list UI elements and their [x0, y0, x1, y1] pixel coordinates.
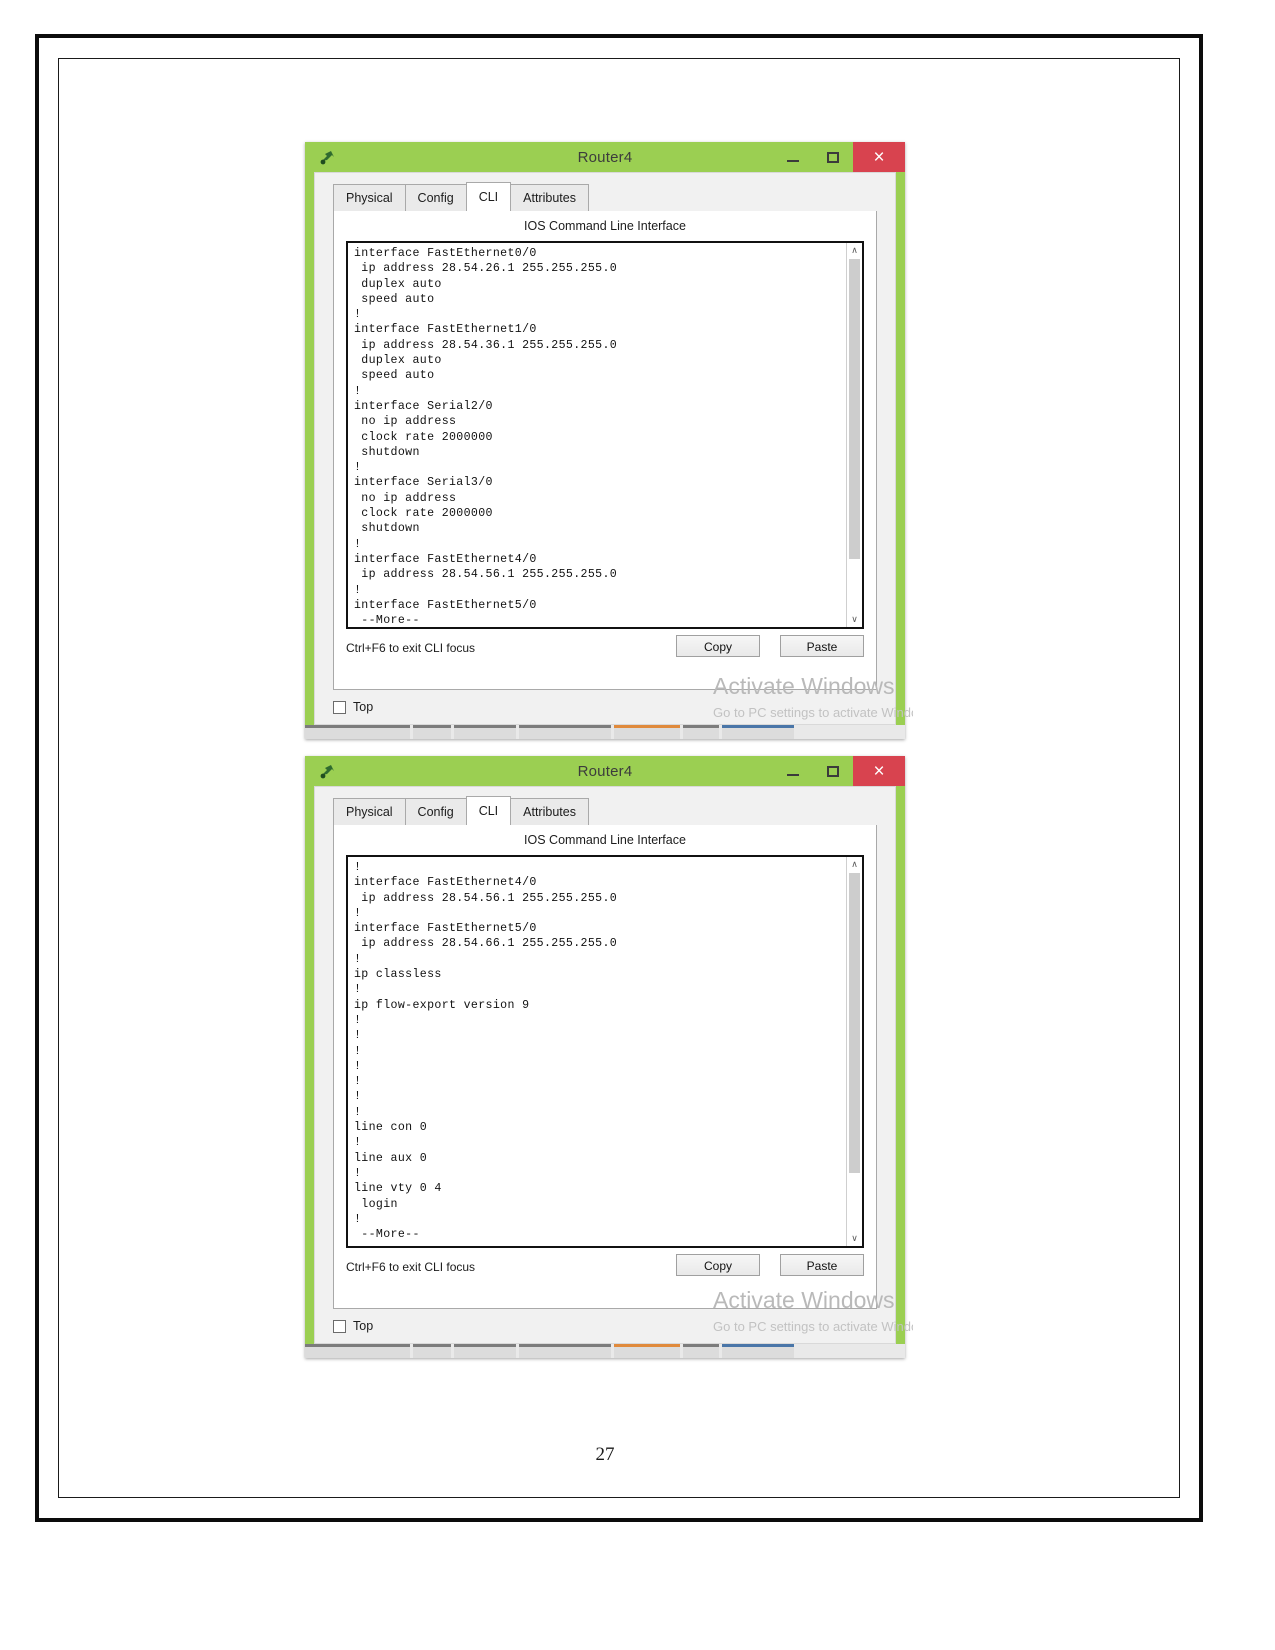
scroll-up-icon[interactable]: ∧: [847, 857, 862, 872]
cli-scrollbar[interactable]: ∧ ∨: [846, 857, 862, 1246]
cli-scrollbar[interactable]: ∧ ∨: [846, 243, 862, 627]
cli-output-text: ! interface FastEthernet4/0 ip address 2…: [354, 861, 618, 1242]
window-2-cli-panel: IOS Command Line Interface ! interface F…: [333, 825, 877, 1309]
window-1-cli-panel: IOS Command Line Interface interface Fas…: [333, 211, 877, 690]
minimize-button[interactable]: [773, 756, 813, 786]
watermark-subtitle: Go to PC settings to activate Windows.: [713, 705, 913, 720]
scroll-down-icon[interactable]: ∨: [847, 612, 862, 627]
tab-cli[interactable]: CLI: [465, 796, 512, 826]
window-1-tabstrip: Physical Config CLI Attributes: [333, 182, 877, 212]
taskbar-item: [722, 1344, 794, 1358]
window-2-bottom-row: Top: [333, 1315, 373, 1337]
tab-attributes[interactable]: Attributes: [510, 798, 589, 825]
cli-focus-hint: Ctrl+F6 to exit CLI focus: [346, 641, 476, 655]
maximize-button[interactable]: [813, 142, 853, 172]
cli-console-1[interactable]: interface FastEthernet0/0 ip address 28.…: [346, 241, 864, 629]
router-window-2[interactable]: Router4 × Physical Config CLI Attributes…: [305, 756, 913, 1358]
taskbar-item: [722, 725, 794, 739]
window-2-controls: ×: [773, 756, 905, 786]
taskbar-item: [305, 1344, 410, 1358]
paste-button[interactable]: Paste: [780, 635, 864, 657]
page-number: 27: [595, 1444, 615, 1465]
cli-output-text: interface FastEthernet0/0 ip address 28.…: [354, 247, 618, 627]
taskbar-item: [683, 725, 719, 739]
taskbar-item: [519, 1344, 611, 1358]
taskbar-item: [413, 725, 451, 739]
taskbar-item: [413, 1344, 451, 1358]
taskbar-item: [305, 725, 410, 739]
cli-footer-2: Ctrl+F6 to exit CLI focus Copy Paste: [346, 1252, 864, 1300]
window-2-taskbar-sliver: [305, 1344, 905, 1358]
copy-button[interactable]: Copy: [676, 1254, 760, 1276]
cli-console-2[interactable]: ! interface FastEthernet4/0 ip address 2…: [346, 855, 864, 1248]
tab-config[interactable]: Config: [404, 184, 467, 211]
scrollbar-thumb[interactable]: [849, 259, 860, 559]
scrollbar-thumb[interactable]: [849, 873, 860, 1173]
window-1-bottom-row: Top: [333, 696, 373, 718]
window-1-client-area: Physical Config CLI Attributes IOS Comma…: [314, 172, 913, 725]
window-2-client-area: Physical Config CLI Attributes IOS Comma…: [314, 786, 913, 1344]
minimize-button[interactable]: [773, 142, 813, 172]
top-checkbox[interactable]: [333, 700, 346, 714]
copy-button[interactable]: Copy: [676, 635, 760, 657]
close-icon: ×: [873, 760, 885, 782]
taskbar-item: [614, 1344, 680, 1358]
taskbar-item: [454, 725, 516, 739]
scroll-down-icon[interactable]: ∨: [847, 1231, 862, 1246]
window-1-titlebar[interactable]: Router4 ×: [305, 142, 905, 172]
cli-focus-hint: Ctrl+F6 to exit CLI focus: [346, 1260, 476, 1274]
packet-tracer-router-icon: [319, 148, 337, 166]
taskbar-item: [454, 1344, 516, 1358]
tab-physical[interactable]: Physical: [333, 798, 406, 825]
cli-panel-heading: IOS Command Line Interface: [524, 219, 686, 233]
close-button[interactable]: ×: [853, 142, 905, 172]
cli-panel-heading: IOS Command Line Interface: [524, 833, 686, 847]
tab-cli[interactable]: CLI: [465, 182, 512, 212]
packet-tracer-router-icon: [319, 762, 337, 780]
taskbar-item: [614, 725, 680, 739]
tab-config[interactable]: Config: [404, 798, 467, 825]
tab-attributes[interactable]: Attributes: [510, 184, 589, 211]
cli-footer-1: Ctrl+F6 to exit CLI focus Copy Paste: [346, 633, 864, 681]
top-checkbox-label: Top: [353, 700, 374, 714]
maximize-button[interactable]: [813, 756, 853, 786]
paste-button[interactable]: Paste: [780, 1254, 864, 1276]
router-window-1[interactable]: Router4 × Physical Config CLI Attributes…: [305, 142, 913, 739]
taskbar-item: [683, 1344, 719, 1358]
top-checkbox-label: Top: [353, 1319, 374, 1333]
window-1-taskbar-sliver: [305, 725, 905, 739]
taskbar-item: [519, 725, 611, 739]
window-2-tabstrip: Physical Config CLI Attributes: [333, 796, 877, 826]
close-icon: ×: [873, 146, 885, 168]
close-button[interactable]: ×: [853, 756, 905, 786]
top-checkbox[interactable]: [333, 1319, 346, 1333]
window-2-titlebar[interactable]: Router4 ×: [305, 756, 905, 786]
tab-physical[interactable]: Physical: [333, 184, 406, 211]
scroll-up-icon[interactable]: ∧: [847, 243, 862, 258]
window-1-controls: ×: [773, 142, 905, 172]
watermark-subtitle: Go to PC settings to activate Windows.: [713, 1319, 913, 1334]
